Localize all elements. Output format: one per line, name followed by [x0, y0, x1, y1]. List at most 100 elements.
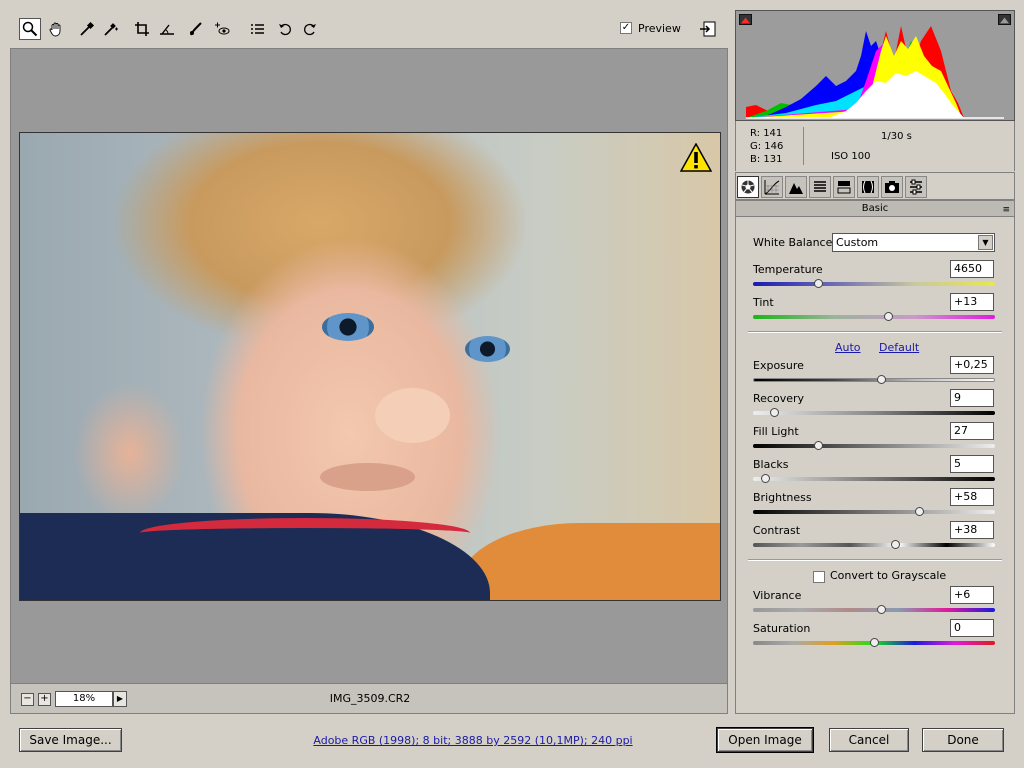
iso-value: ISO 100 — [831, 151, 871, 162]
rotate-left-icon — [279, 23, 291, 36]
hand-icon — [49, 22, 61, 37]
blacks-label: Blacks — [753, 458, 789, 471]
done-button[interactable]: Done — [922, 728, 1004, 752]
tint-track[interactable] — [753, 315, 995, 319]
image-preview-area — [10, 48, 728, 684]
tab-camera-calibration[interactable] — [881, 176, 903, 198]
hand-tool-button[interactable] — [45, 18, 67, 40]
warning-icon — [680, 143, 712, 172]
fill-light-field[interactable]: 27 — [950, 422, 994, 440]
temperature-field[interactable]: 4650 — [950, 260, 994, 278]
tab-detail[interactable] — [785, 176, 807, 198]
detail-icon — [789, 183, 803, 194]
brightness-field[interactable]: +58 — [950, 488, 994, 506]
saturation-field[interactable]: 0 — [950, 619, 994, 637]
white-balance-tool-button[interactable] — [76, 18, 98, 40]
brightness-track[interactable] — [753, 510, 995, 514]
photo-collar — [140, 518, 470, 548]
red-eye-tool-button[interactable] — [211, 18, 233, 40]
contrast-label: Contrast — [753, 524, 801, 537]
green-readout: G: 146 — [750, 141, 784, 152]
default-link[interactable]: Default — [879, 341, 919, 354]
hsl-icon — [814, 181, 826, 192]
blacks-track[interactable] — [753, 477, 995, 481]
photo-preview[interactable] — [19, 132, 721, 601]
fill-light-track[interactable] — [753, 444, 995, 448]
white-balance-icon — [80, 21, 95, 36]
exposure-slider-thumb[interactable] — [876, 375, 886, 384]
histogram — [735, 10, 1015, 121]
fill-light-label: Fill Light — [753, 425, 799, 438]
brightness-slider-thumb[interactable] — [915, 507, 925, 516]
retouch-tool-button[interactable] — [185, 18, 207, 40]
preview-checkbox[interactable]: ✓ — [620, 22, 632, 34]
rotate-right-button[interactable] — [299, 18, 321, 40]
blacks-field[interactable]: 5 — [950, 455, 994, 473]
shadow-clipping-toggle[interactable] — [739, 14, 752, 25]
fullscreen-button[interactable] — [699, 20, 717, 38]
color-sampler-tool-button[interactable] — [100, 18, 122, 40]
info-divider — [803, 127, 804, 165]
grayscale-label: Convert to Grayscale — [830, 569, 947, 582]
panel-header: Basic ≡ — [735, 200, 1015, 217]
highlight-clipping-toggle[interactable] — [998, 14, 1011, 25]
vibrance-track[interactable] — [753, 608, 995, 612]
vibrance-slider-thumb[interactable] — [876, 605, 886, 614]
tab-basic[interactable] — [737, 176, 759, 198]
crop-tool-button[interactable] — [131, 18, 153, 40]
panel-menu-icon[interactable]: ≡ — [1002, 203, 1010, 218]
zoom-tool-button[interactable] — [19, 18, 41, 40]
vibrance-field[interactable]: +6 — [950, 586, 994, 604]
photo-right-eye — [465, 336, 510, 362]
straighten-icon — [160, 24, 174, 35]
pixel-info: R: 141 G: 146 B: 131 1/30 s ISO 100 — [735, 121, 1015, 171]
panel-title: Basic — [861, 203, 889, 214]
aperture-icon — [741, 180, 755, 194]
temperature-slider-thumb[interactable] — [813, 279, 823, 288]
cancel-button[interactable]: Cancel — [829, 728, 909, 752]
fill-light-slider-thumb[interactable] — [813, 441, 823, 450]
photo-mouth — [320, 463, 415, 491]
exposure-label: Exposure — [753, 359, 804, 372]
straighten-tool-button[interactable] — [156, 18, 178, 40]
crop-icon — [135, 22, 149, 36]
tint-field[interactable]: +13 — [950, 293, 994, 311]
tab-lens-corrections[interactable] — [857, 176, 879, 198]
rotate-right-icon — [304, 23, 316, 36]
auto-link[interactable]: Auto — [835, 341, 861, 354]
contrast-slider-thumb[interactable] — [891, 540, 901, 549]
preferences-button[interactable] — [246, 18, 268, 40]
blacks-slider-thumb[interactable] — [760, 474, 770, 483]
split-toning-icon — [837, 181, 851, 194]
tint-slider-thumb[interactable] — [884, 312, 894, 321]
shutter-speed: 1/30 s — [881, 131, 912, 142]
toolbar: ✓ Preview — [10, 10, 728, 48]
recovery-track[interactable] — [753, 411, 995, 415]
rotate-left-button[interactable] — [274, 18, 296, 40]
chevron-down-icon: ▼ — [978, 235, 993, 250]
tab-tone-curve[interactable] — [761, 176, 783, 198]
contrast-track[interactable] — [753, 543, 995, 547]
presets-icon — [910, 179, 922, 195]
highlight-clip-icon — [1000, 17, 1009, 24]
saturation-slider-thumb[interactable] — [869, 638, 879, 647]
white-balance-value: Custom — [836, 236, 879, 249]
divider — [748, 331, 1002, 333]
exposure-track[interactable] — [753, 378, 995, 382]
recovery-field[interactable]: 9 — [950, 389, 994, 407]
tab-split-toning[interactable] — [833, 176, 855, 198]
exposure-field[interactable]: +0,25 — [950, 356, 994, 374]
contrast-field[interactable]: +38 — [950, 521, 994, 539]
photo-left-eye — [322, 313, 374, 341]
recovery-slider-thumb[interactable] — [770, 408, 780, 417]
grayscale-checkbox[interactable] — [813, 571, 825, 583]
white-balance-select[interactable]: Custom ▼ — [832, 233, 995, 252]
open-image-button[interactable]: Open Image — [716, 727, 814, 753]
preview-label: Preview — [638, 22, 681, 35]
tab-hsl[interactable] — [809, 176, 831, 198]
tab-presets[interactable] — [905, 176, 927, 198]
temperature-track[interactable] — [753, 282, 995, 286]
fullscreen-icon — [700, 21, 716, 37]
histogram-graph — [746, 26, 1004, 119]
lens-icon — [862, 180, 874, 194]
